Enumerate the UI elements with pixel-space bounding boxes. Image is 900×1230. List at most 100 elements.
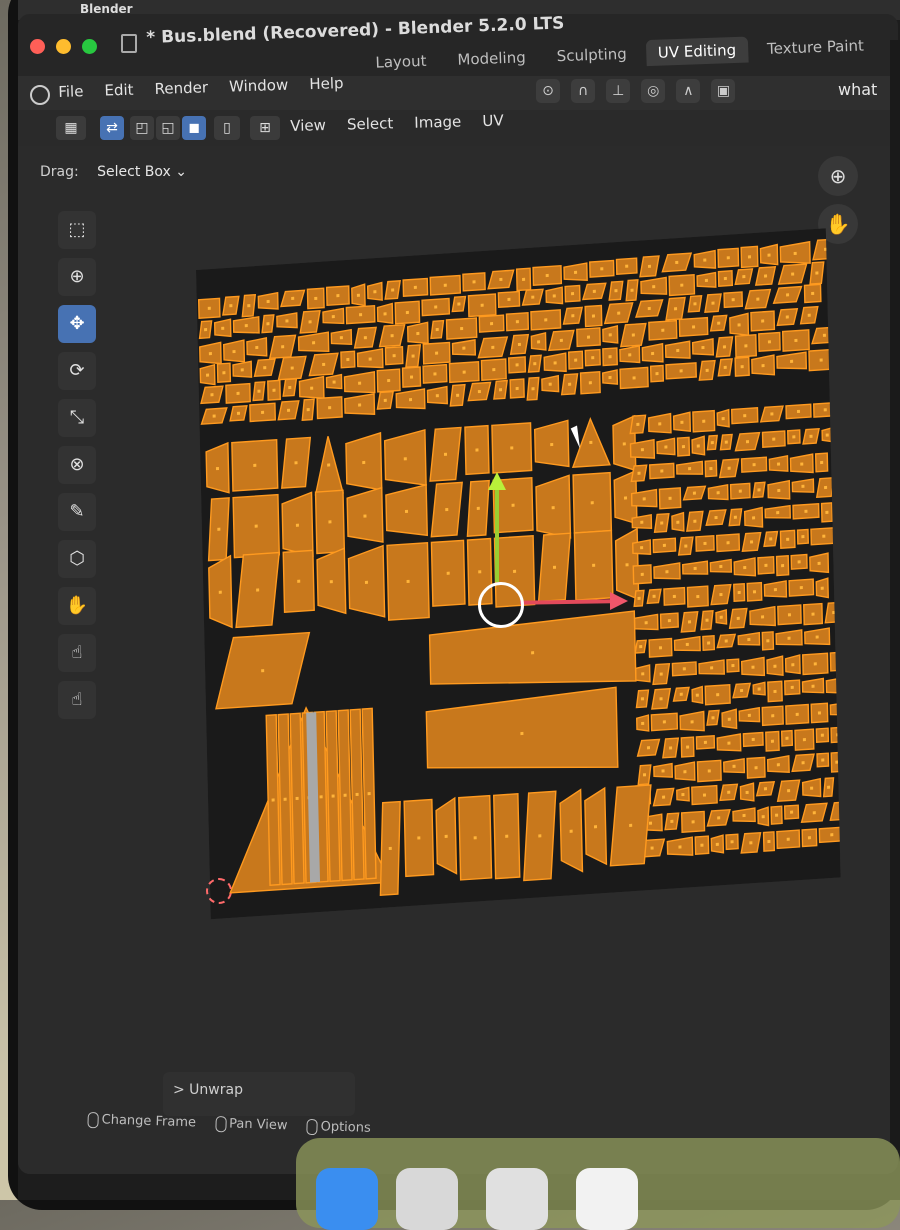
uv-island[interactable] xyxy=(562,306,584,325)
uv-island[interactable] xyxy=(478,314,505,333)
uv-island[interactable] xyxy=(567,350,584,370)
uv-island[interactable] xyxy=(780,729,794,747)
uv-island[interactable] xyxy=(253,358,276,378)
uv-island[interactable] xyxy=(213,318,232,338)
uv-island[interactable] xyxy=(521,288,544,306)
uv-island[interactable] xyxy=(430,539,466,607)
uv-island[interactable] xyxy=(691,784,718,806)
uv-island[interactable] xyxy=(197,297,221,319)
uv-island[interactable] xyxy=(641,342,664,363)
uv-island[interactable] xyxy=(668,274,696,297)
uv-island[interactable] xyxy=(717,247,740,268)
uv-island[interactable] xyxy=(584,304,603,328)
select-tool-icon[interactable]: ⬚ xyxy=(58,211,96,249)
uv-island[interactable] xyxy=(467,293,497,318)
relax-tool-icon[interactable]: ☝ xyxy=(58,634,96,672)
uv-island[interactable] xyxy=(648,637,673,658)
uv-island[interactable] xyxy=(729,312,750,337)
tab-sculpting[interactable]: Sculpting xyxy=(544,40,639,69)
uv-island[interactable] xyxy=(709,558,733,574)
uv-island[interactable] xyxy=(276,312,298,329)
uv-island[interactable] xyxy=(758,331,781,352)
uv-island[interactable] xyxy=(602,325,619,344)
close-button[interactable] xyxy=(30,39,45,54)
uv-island[interactable] xyxy=(330,328,353,346)
uv-island[interactable] xyxy=(636,714,650,732)
uv-island[interactable] xyxy=(225,382,251,404)
uv-island[interactable] xyxy=(249,402,276,423)
menu-image[interactable]: Image xyxy=(414,113,461,132)
box-tool-icon[interactable]: ⬡ xyxy=(58,540,96,578)
uv-island[interactable] xyxy=(445,317,478,340)
uv-island[interactable] xyxy=(707,483,729,501)
uv-island[interactable] xyxy=(584,786,608,866)
uv-island[interactable] xyxy=(257,291,279,311)
uv-island[interactable] xyxy=(316,396,343,420)
uv-island[interactable] xyxy=(784,654,801,675)
uv-island[interactable] xyxy=(325,373,343,390)
uv-island[interactable] xyxy=(716,733,742,752)
uv-island[interactable] xyxy=(755,781,776,797)
uv-island[interactable] xyxy=(421,297,451,317)
uv-island[interactable] xyxy=(716,633,737,649)
uv-island[interactable] xyxy=(584,348,601,367)
uv-island[interactable] xyxy=(676,436,691,457)
uv-island[interactable] xyxy=(740,245,759,269)
uv-island[interactable] xyxy=(301,398,315,421)
menu-view[interactable]: View xyxy=(290,116,326,135)
uv-island[interactable] xyxy=(480,358,507,381)
uv-island[interactable] xyxy=(647,412,672,435)
uv-island[interactable] xyxy=(636,738,661,757)
uv-island[interactable] xyxy=(704,459,718,478)
uv-island[interactable] xyxy=(252,381,266,402)
uv-island[interactable] xyxy=(298,375,325,400)
uv-island[interactable] xyxy=(422,341,451,365)
uv-island[interactable] xyxy=(728,607,748,630)
uv-island[interactable] xyxy=(696,271,717,289)
uv-island[interactable] xyxy=(784,679,801,696)
uv-island[interactable] xyxy=(803,283,822,304)
uv-island[interactable] xyxy=(746,756,766,779)
uv-island[interactable] xyxy=(299,309,321,334)
uv-island[interactable] xyxy=(383,428,427,488)
snap-icon[interactable]: ∩ xyxy=(571,79,596,103)
uv-island[interactable] xyxy=(763,530,779,548)
uv-island[interactable] xyxy=(801,677,825,694)
uv-island[interactable] xyxy=(677,536,694,556)
uv-island[interactable] xyxy=(816,752,830,768)
uv-island[interactable] xyxy=(729,482,751,500)
zoom-icon[interactable]: ⊕ xyxy=(818,156,858,196)
uv-island[interactable] xyxy=(277,400,300,421)
uv-island[interactable] xyxy=(672,411,692,433)
uv-island[interactable] xyxy=(691,685,704,705)
uv-island[interactable] xyxy=(200,385,224,405)
vertex-select-icon[interactable]: ◰ xyxy=(130,116,154,140)
uv-island[interactable] xyxy=(733,557,757,577)
uv-island[interactable] xyxy=(719,783,739,802)
uv-island[interactable] xyxy=(366,281,383,301)
uv-island[interactable] xyxy=(458,794,493,881)
gizmo-x-arrowhead[interactable] xyxy=(610,592,628,610)
uv-island[interactable] xyxy=(803,602,824,626)
uv-island[interactable] xyxy=(615,257,638,275)
uv-island[interactable] xyxy=(818,826,841,844)
uv-island[interactable] xyxy=(573,529,614,601)
uv-island[interactable] xyxy=(776,307,799,327)
uv-island[interactable] xyxy=(740,656,766,677)
uv-island[interactable] xyxy=(716,408,730,428)
uv-island[interactable] xyxy=(686,510,704,532)
uv-island[interactable] xyxy=(631,514,653,530)
uv-island[interactable] xyxy=(698,359,716,381)
uv-island[interactable] xyxy=(629,414,647,435)
uv-island[interactable] xyxy=(761,430,786,448)
uv-island[interactable] xyxy=(710,834,725,854)
uv-island[interactable] xyxy=(376,302,394,325)
uv-island[interactable] xyxy=(742,731,764,748)
move-tool-icon[interactable]: ✥ xyxy=(58,305,96,343)
uv-island[interactable] xyxy=(789,453,814,474)
uv-island[interactable] xyxy=(743,506,764,529)
uv-island[interactable] xyxy=(706,434,718,451)
uv-island[interactable] xyxy=(231,438,279,492)
uv-island[interactable] xyxy=(466,479,490,537)
uv-island[interactable] xyxy=(786,429,801,445)
